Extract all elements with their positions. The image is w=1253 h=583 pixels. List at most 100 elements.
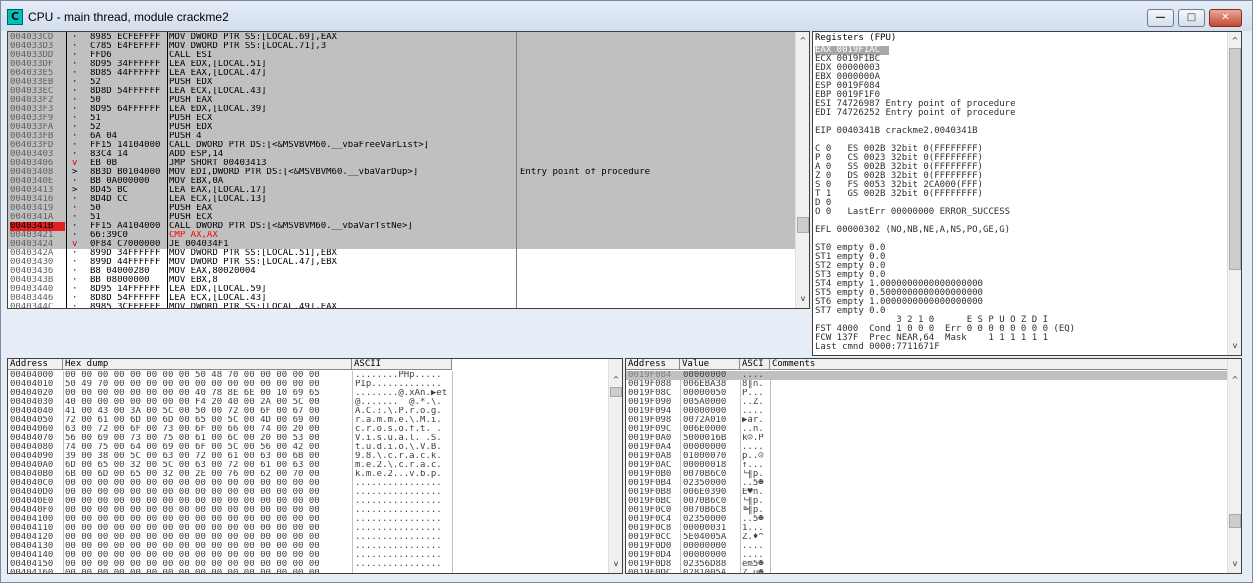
disasm-row[interactable]: 00403436 · B8 04000280 MOV EAX,80020004 [8,267,797,276]
disasm-row[interactable]: 004033F3 · 8D95 64FFFFFF LEA EDX,[LOCAL.39] [8,105,797,114]
disasm-row[interactable]: 004033F9 · 51 PUSH ECX [8,114,797,123]
stack-row[interactable]: 0019F088 006EBA38 8║n. [626,380,1228,389]
stack-rows[interactable]: 0019F084 00000000.... 0019F088 006EBA38 8║n.… [626,371,1228,573]
disasm-row[interactable]: 004033CD · 8985 ECFEFFFF MOV DWORD PTR SS:[… [8,33,797,42]
disasm-row[interactable]: 004033FA · 52 PUSH EDX [8,123,797,132]
disasm-row[interactable]: 00403416 · 8D4D CC LEA ECX,[LOCAL.13] [8,195,797,204]
stack-row[interactable]: 0019F0DC 0281005A Z.ü☻ [626,569,1228,573]
disasm-row[interactable]: 00403419 · 50 PUSH EAX [8,204,797,213]
scroll-down-arrow-icon[interactable]: v [609,557,622,571]
register-line[interactable] [815,352,1075,355]
stack-row[interactable]: 0019F0AC 00000018 ↑... [626,461,1228,470]
registers-pane[interactable]: Registers (FPU) EAX 0019F1AC ECX 0019F1BC… [812,31,1242,356]
stack-row[interactable]: 0019F08C 00000050 P... [626,389,1228,398]
registers-list[interactable]: EAX 0019F1AC ECX 0019F1BC EDX 00000003 EBX … [815,46,1075,355]
disassembly-pane[interactable]: 004033CD · 8985 ECFEFFFF MOV DWORD PTR SS:[… [7,31,810,309]
stack-row[interactable]: 0019F0A0 5000016B k☺.P [626,434,1228,443]
disasm-row[interactable]: 00403421 · 66:39C0 CMP AX,AX [8,231,797,240]
disasm-row[interactable]: 0040342A · 899D 34FFFFFF MOV DWORD PTR SS:[… [8,249,797,258]
stack-row[interactable]: 0019F0A4 00000000.... [626,443,1228,452]
register-line[interactable]: T 1 GS 002B 32bit 0(FFFFFFFF) [815,190,1075,199]
disasm-hex: BB 0A000000 [90,177,150,186]
minimize-button[interactable]: — [1147,9,1174,27]
dump-header-hex[interactable]: Hex dump [63,359,352,370]
stack-row[interactable]: 0019F084 00000000.... [626,371,1228,380]
title-bar[interactable]: C CPU - main thread, module crackme2 — □… [1,1,1252,31]
stack-row[interactable]: 0019F090 005A0000 ..Z. [626,398,1228,407]
disasm-row[interactable]: 004033F2 · 50 PUSH EAX [8,96,797,105]
scroll-thumb[interactable] [797,217,809,233]
dump-scrollbar[interactable]: ^ v [608,359,622,573]
stack-address: 0019F0D0 [628,542,672,551]
scroll-down-arrow-icon[interactable]: v [1228,557,1241,571]
stack-header-value[interactable]: Value [680,359,740,370]
stack-row[interactable]: 0019F0D0 00000000.... [626,542,1228,551]
scroll-down-arrow-icon[interactable]: v [1228,339,1241,353]
register-line[interactable]: O 0 LastErr 00000000 ERROR_SUCCESS [815,208,1075,217]
disasm-row[interactable]: 0040343B · BB 08000000 MOV EBX,8 [8,276,797,285]
stack-header-address[interactable]: Address [626,359,680,370]
dump-address: 00404110 [10,524,54,533]
scroll-up-arrow-icon[interactable]: ^ [796,34,809,48]
stack-header-ascii[interactable]: ASCI [740,359,770,370]
scroll-down-arrow-icon[interactable]: v [796,292,809,306]
scroll-thumb[interactable] [1229,514,1241,528]
stack-row[interactable]: 0019F0B0 0070B6C0 └╢p. [626,470,1228,479]
disasm-row[interactable]: 00403424 v 0F84 C7000000 JE 004034F1 [8,240,797,249]
stack-row[interactable]: 0019F0C4 02350000 ..5☻ [626,515,1228,524]
stack-scrollbar[interactable]: ^ v [1227,359,1241,573]
stack-row[interactable]: 0019F0D8 02356D88 êm5☻ [626,560,1228,569]
register-line[interactable]: EIP 0040341B crackme2.0040341B [815,127,1075,136]
stack-row[interactable]: 0019F0A8 01000070 p..☺ [626,452,1228,461]
scroll-up-arrow-icon[interactable]: ^ [609,373,622,387]
disasm-row[interactable]: 004033D3 · C785 E4FEFFFF MOV DWORD PTR SS:[… [8,42,797,51]
registers-scrollbar[interactable]: ^ v [1227,32,1241,355]
stack-pane[interactable]: Address Value ASCI Comments 0019F084 0000… [625,358,1242,574]
disasm-row[interactable]: 00403430 · 899D 44FFFFFF MOV DWORD PTR SS:[… [8,258,797,267]
scroll-thumb[interactable] [1229,48,1241,270]
stack-row[interactable]: 0019F0BC 0070B6C0 └╢p. [626,497,1228,506]
maximize-button[interactable]: □ [1178,9,1205,27]
disasm-row[interactable]: 004033E5 · 8D85 44FFFFFF LEA EAX,[LOCAL.47] [8,69,797,78]
stack-row[interactable]: 0019F0D4 00000000.... [626,551,1228,560]
hex-dump-pane[interactable]: Address Hex dump ASCII 00404000 00 00 00 … [7,358,623,574]
stack-row[interactable]: 0019F0B8 006E0390 É♥n. [626,488,1228,497]
disasm-row[interactable]: 00403403 · 83C4 14 ADD ESP,14 [8,150,797,159]
stack-row[interactable]: 0019F0C8 00000031 1... [626,524,1228,533]
stack-row[interactable]: 0019F0B4 02350000 ..5☻ [626,479,1228,488]
disasm-row[interactable]: 004033FB · 6A 04 PUSH 4 [8,132,797,141]
stack-header-comments[interactable]: Comments [770,359,1229,370]
disasm-row[interactable]: 00403406 v EB 0B JMP SHORT 00403413 [8,159,797,168]
disasm-row[interactable]: 004033EC · 8D8D 54FFFFFF LEA ECX,[LOCAL.43] [8,87,797,96]
disasm-row[interactable]: 0040341B · FF15 A4104000 CALL DWORD PTR DS:… [8,222,797,231]
stack-row[interactable]: 0019F09C 006E0000 ..n. [626,425,1228,434]
disasm-row[interactable]: 0040344C · 8985 3CFFFFFF MOV DWORD PTR SS:[… [8,303,797,308]
register-line[interactable]: EFL 00000302 (NO,NB,NE,A,NS,PO,GE,G) [815,226,1075,235]
disasm-row[interactable]: 00403440 · 8D95 14FFFFFF LEA EDX,[LOCAL.59] [8,285,797,294]
disasm-instruction: MOV EBX,8 [169,276,218,285]
dump-hex: 72 00 61 00 6D 00 6D 00 65 00 5C 00 4D 0… [65,416,320,425]
disassembly-scrollbar[interactable]: ^ v [795,32,809,308]
stack-row[interactable]: 0019F094 00000000.... [626,407,1228,416]
disasm-row[interactable]: 00403413 >8D45 BC LEA EAX,[LOCAL.17] [8,186,797,195]
disasm-row[interactable]: 00403408 >8B3D B0104000 MOV EDI,DWORD PTR … [8,168,797,177]
disasm-row[interactable]: 004033EB · 52 PUSH EDX [8,78,797,87]
disassembly-listing[interactable]: 004033CD · 8985 ECFEFFFF MOV DWORD PTR SS:[… [8,33,797,308]
stack-row[interactable]: 0019F098 0072A010 ▶àr. [626,416,1228,425]
scroll-up-arrow-icon[interactable]: ^ [1228,373,1241,387]
disasm-row[interactable]: 00403446 · 8D8D 54FFFFFF LEA ECX,[LOCAL.43] [8,294,797,303]
scroll-thumb[interactable] [610,387,622,397]
close-button[interactable]: ✕ [1209,9,1242,27]
register-line[interactable]: EDI 74726252 Entry point of procedure [815,109,1075,118]
disasm-row[interactable]: 004033DF · 8D95 34FFFFFF LEA EDX,[LOCAL.51] [8,60,797,69]
disasm-row[interactable]: 0040340E · BB 0A000000 MOV EBX,0A [8,177,797,186]
disasm-row[interactable]: 004033DD · FFD6 CALL ESI [8,51,797,60]
stack-row[interactable]: 0019F0CC 5E04005A Z.♦^ [626,533,1228,542]
disasm-row[interactable]: 004033FD · FF15 14104000 CALL DWORD PTR DS:… [8,141,797,150]
disasm-row[interactable]: 0040341A · 51 PUSH ECX [8,213,797,222]
scroll-up-arrow-icon[interactable]: ^ [1228,34,1241,48]
dump-header-ascii[interactable]: ASCII [352,359,452,370]
stack-row[interactable]: 0019F0C0 0070B6C8 ╚╢p. [626,506,1228,515]
register-line[interactable]: Last cmnd 0000:7711671F [815,343,1075,352]
dump-header-address[interactable]: Address [8,359,63,370]
